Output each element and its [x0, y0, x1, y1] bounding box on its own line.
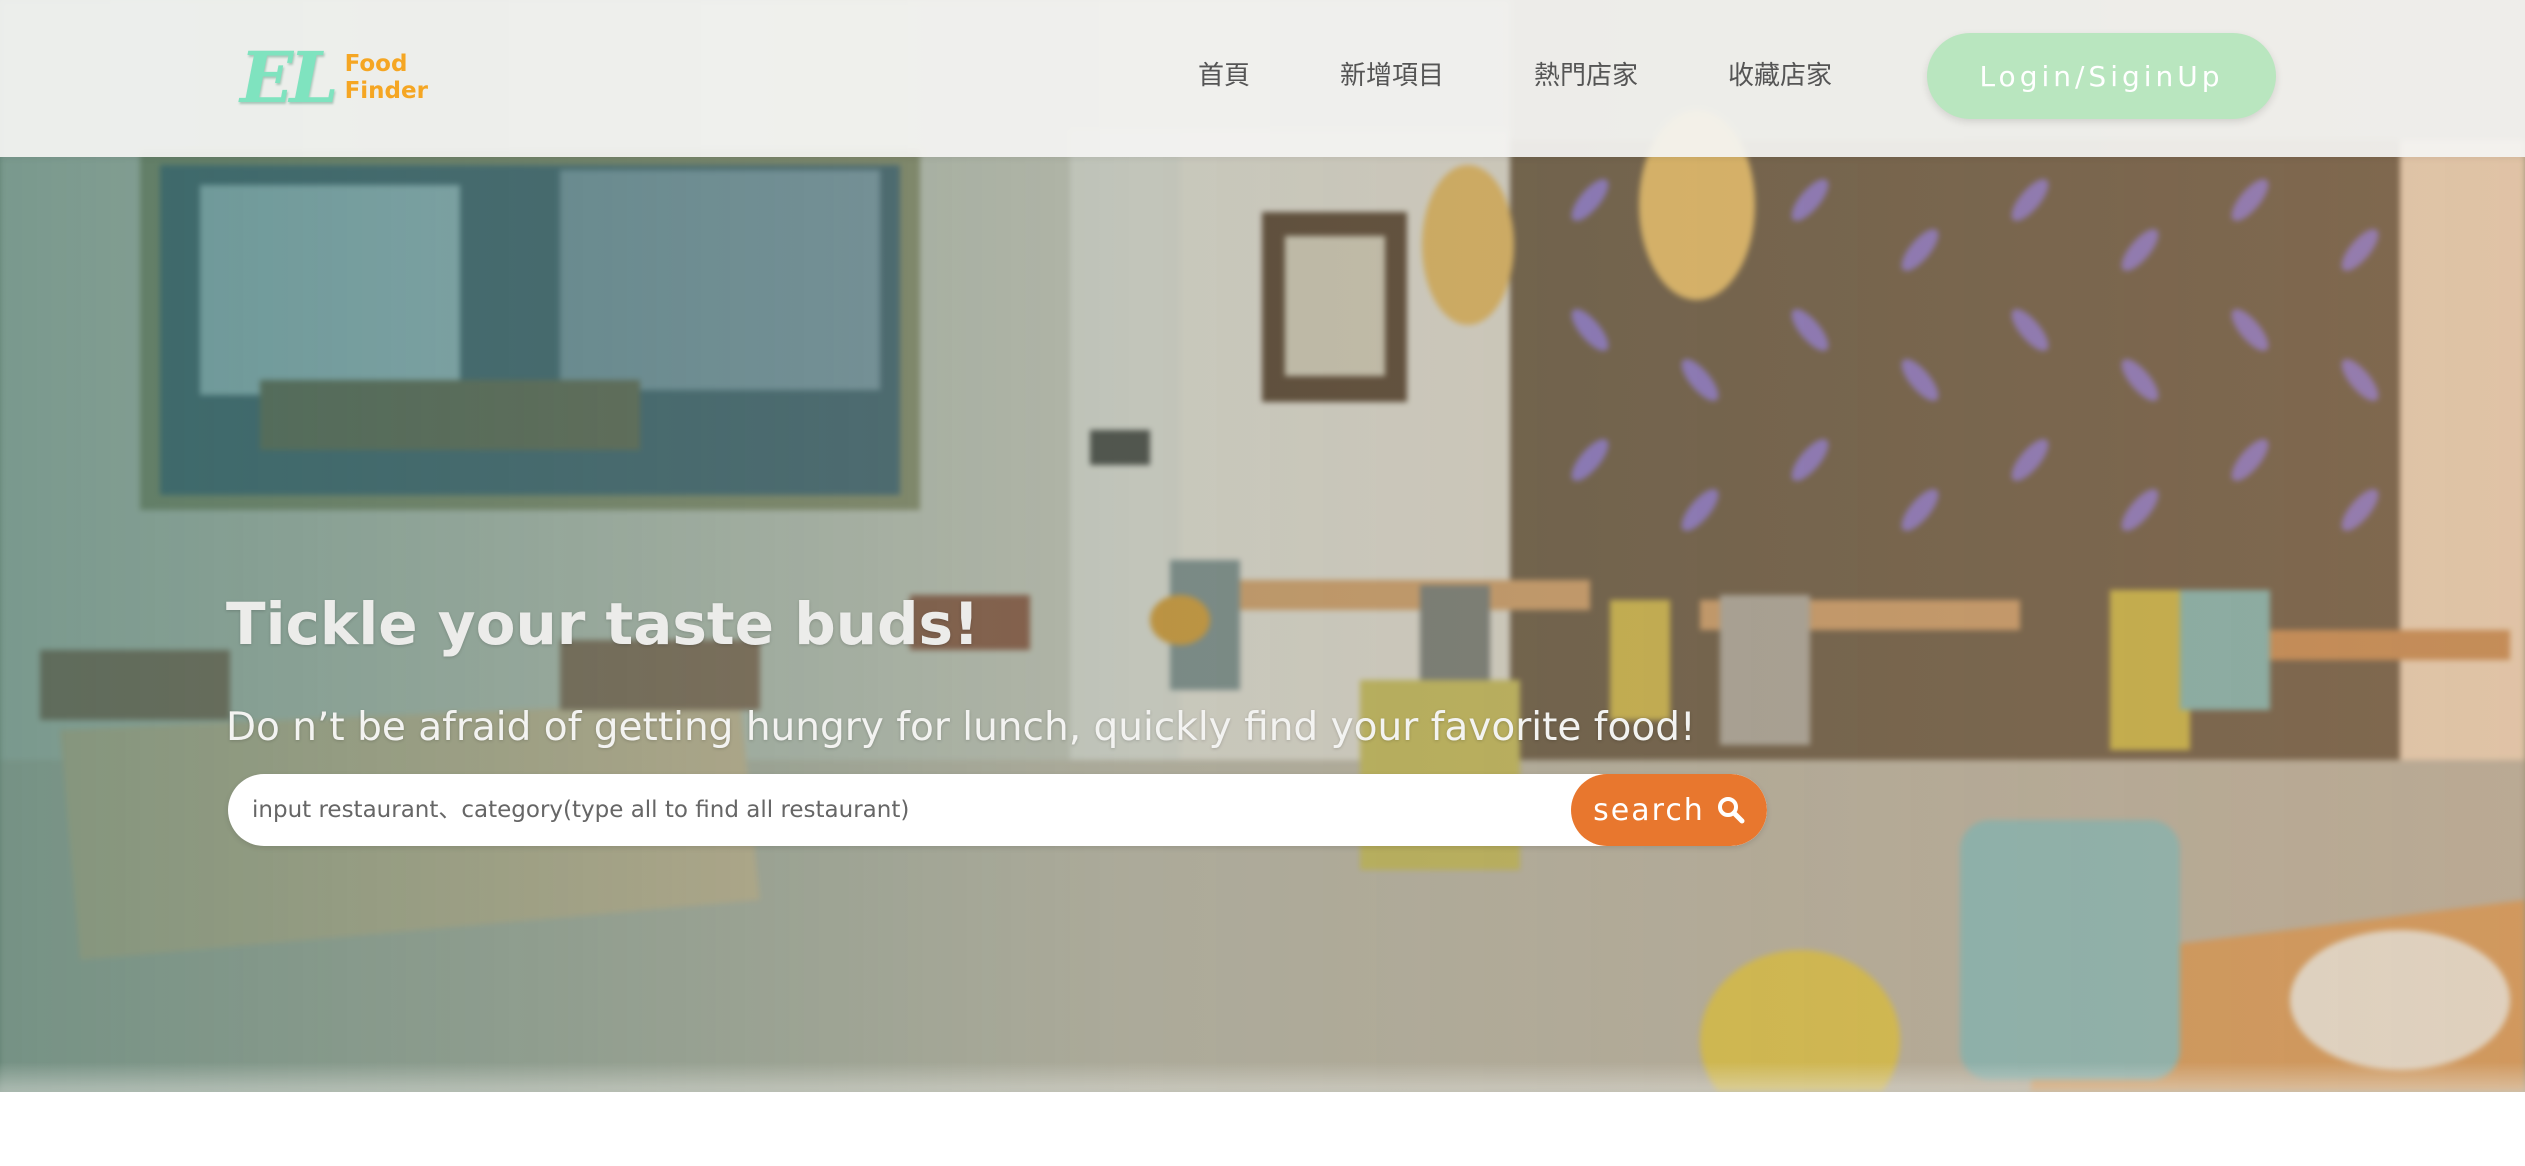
main-nav: 首頁 新增項目 熱門店家 收藏店家: [1198, 56, 1832, 96]
nav-link-favorite-stores[interactable]: 收藏店家: [1728, 56, 1832, 96]
logo-mark: EL: [240, 36, 339, 119]
hero-subtitle: Do n’t be afraid of getting hungry for l…: [226, 705, 1696, 750]
site-logo[interactable]: EL Food Finder: [240, 36, 428, 120]
search-button[interactable]: search: [1571, 774, 1767, 846]
nav-link-add-item[interactable]: 新增項目: [1340, 56, 1444, 96]
logo-word-finder: Finder: [344, 78, 428, 104]
search-button-label: search: [1593, 792, 1705, 828]
logo-word-food: Food: [344, 51, 408, 77]
search-icon: [1717, 796, 1745, 824]
hero-bottom-fade: [0, 1062, 2525, 1092]
hero-color-overlay: [0, 0, 2525, 1092]
nav-link-popular-stores[interactable]: 熱門店家: [1534, 56, 1638, 96]
nav-link-home[interactable]: 首頁: [1198, 56, 1250, 96]
logo-wordmark: Food Finder: [345, 51, 428, 105]
hero-title: Tickle your taste buds!: [226, 590, 980, 658]
hero-background: [0, 0, 2525, 1092]
top-navbar: EL Food Finder 首頁 新增項目 熱門店家 收藏店家 Login/S…: [0, 0, 2525, 157]
search-bar: search: [228, 774, 1767, 846]
search-input[interactable]: [228, 774, 1588, 846]
login-signup-button[interactable]: Login/SiginUp: [1927, 33, 2276, 119]
